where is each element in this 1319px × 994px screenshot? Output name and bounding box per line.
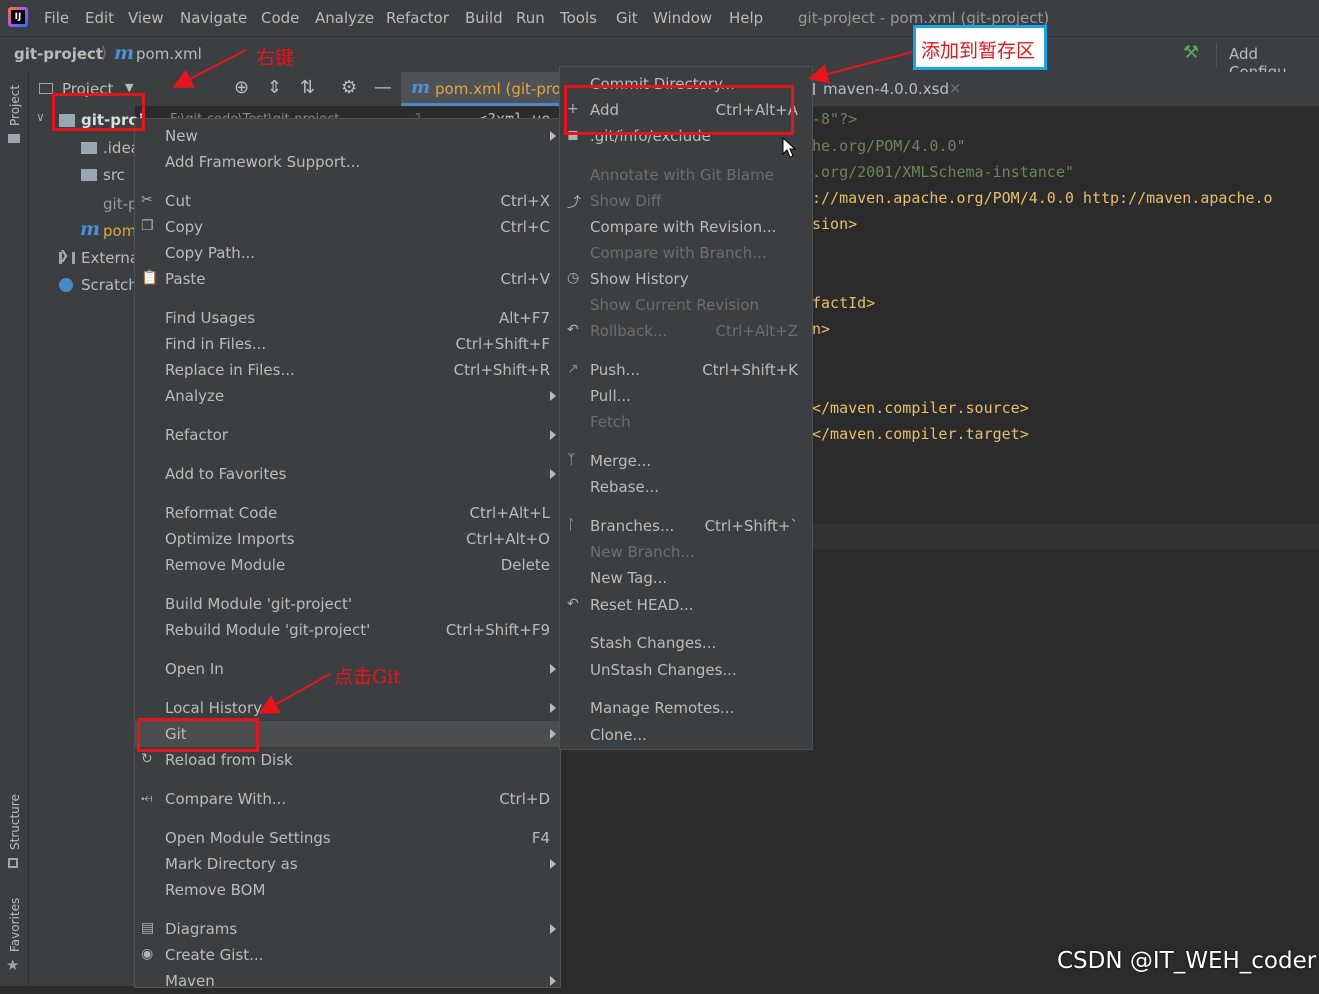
annotation-arrows (172, 49, 913, 714)
watermark: CSDN @IT_WEH_coder (1057, 948, 1317, 974)
annotation-arrow-add (808, 51, 913, 84)
annotation-arrow-git (258, 673, 331, 714)
annotation-arrow-right-click (172, 49, 247, 88)
